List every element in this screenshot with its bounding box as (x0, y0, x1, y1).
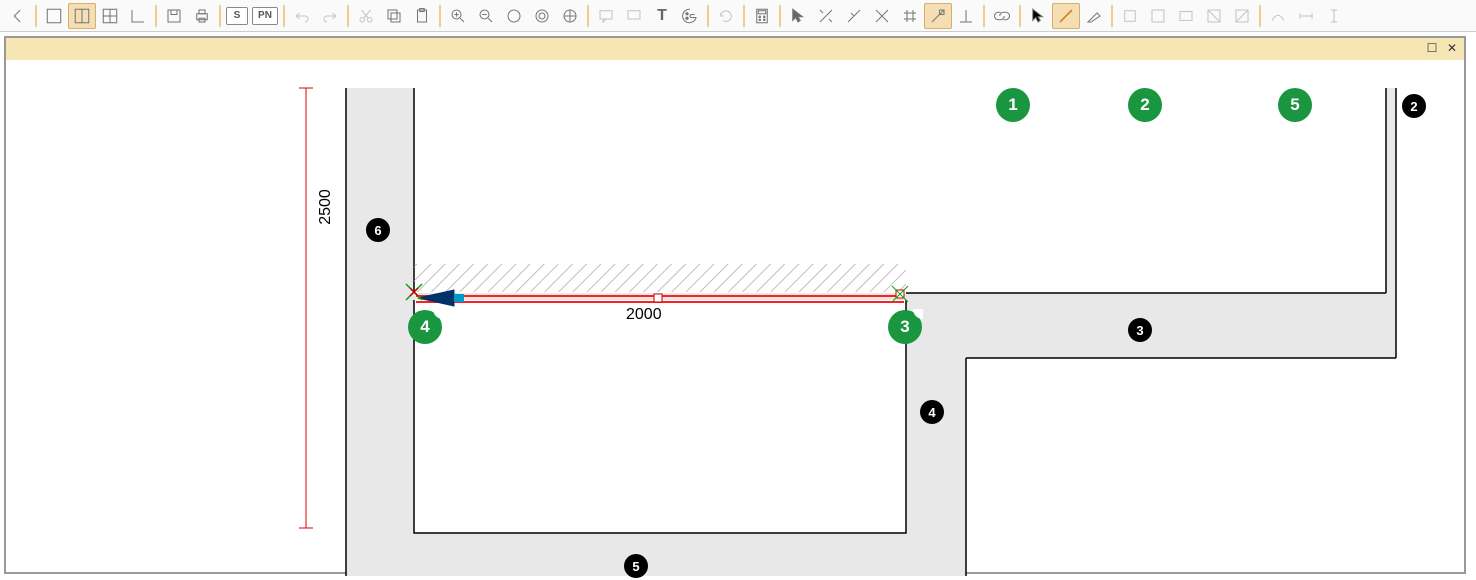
dim-1-button[interactable] (1292, 3, 1320, 29)
separator (439, 5, 441, 27)
print-button[interactable] (188, 3, 216, 29)
snap-endpoint-button[interactable] (812, 3, 840, 29)
separator (587, 5, 589, 27)
text-button[interactable]: T (648, 3, 676, 29)
floor-plan (6, 38, 1464, 572)
shape-1-button[interactable] (1116, 3, 1144, 29)
separator (219, 5, 221, 27)
snap-intersection-button[interactable] (868, 3, 896, 29)
zoom-region-button[interactable] (528, 3, 556, 29)
toolbar: S PN T (0, 0, 1476, 32)
snap-wall-button[interactable] (924, 3, 952, 29)
redo-button[interactable] (316, 3, 344, 29)
zoom-fit-button[interactable] (500, 3, 528, 29)
view-l-button[interactable] (124, 3, 152, 29)
marker-green-5: 5 (1278, 88, 1312, 122)
shape-2-button[interactable] (1144, 3, 1172, 29)
pointer-button[interactable] (1024, 3, 1052, 29)
palette-button[interactable] (676, 3, 704, 29)
zoom-extents-button[interactable] (556, 3, 584, 29)
marker-green-1: 1 (996, 88, 1030, 122)
separator (155, 5, 157, 27)
zoom-in-button[interactable] (444, 3, 472, 29)
select-button[interactable] (784, 3, 812, 29)
shape-3-button[interactable] (1172, 3, 1200, 29)
separator (707, 5, 709, 27)
marker-black-5: 5 (624, 554, 648, 578)
dim-2-button[interactable] (1320, 3, 1348, 29)
cut-button[interactable] (352, 3, 380, 29)
view-grid-button[interactable] (96, 3, 124, 29)
separator (347, 5, 349, 27)
pn-mode-button[interactable]: PN (252, 7, 278, 25)
separator (1259, 5, 1261, 27)
save-button[interactable] (160, 3, 188, 29)
edit-line-button[interactable] (1080, 3, 1108, 29)
note-button[interactable] (620, 3, 648, 29)
link-button[interactable] (988, 3, 1016, 29)
separator (1019, 5, 1021, 27)
separator (983, 5, 985, 27)
view-outline-button[interactable] (40, 3, 68, 29)
separator (283, 5, 285, 27)
arc-button[interactable] (1264, 3, 1292, 29)
marker-black-3: 3 (1128, 318, 1152, 342)
copy-button[interactable] (380, 3, 408, 29)
marker-green-2: 2 (1128, 88, 1162, 122)
snap-midpoint-button[interactable] (840, 3, 868, 29)
snap-grid-button[interactable] (896, 3, 924, 29)
s-mode-button[interactable]: S (226, 7, 248, 25)
paste-button[interactable] (408, 3, 436, 29)
separator (779, 5, 781, 27)
draw-line-button[interactable] (1052, 3, 1080, 29)
zoom-out-button[interactable] (472, 3, 500, 29)
separator (35, 5, 37, 27)
shape-5-button[interactable] (1228, 3, 1256, 29)
snap-perpendicular-button[interactable] (952, 3, 980, 29)
dimension-horizontal-label: 2000 (626, 306, 662, 324)
marker-green-3: 3 (888, 310, 922, 344)
floor-plan-svg (6, 38, 1468, 576)
separator (1111, 5, 1113, 27)
comment-button[interactable] (592, 3, 620, 29)
drawing-canvas[interactable]: ☐ ✕ (4, 36, 1466, 574)
marker-black-2: 2 (1402, 94, 1426, 118)
undo-button[interactable] (288, 3, 316, 29)
separator (743, 5, 745, 27)
shape-4-button[interactable] (1200, 3, 1228, 29)
marker-black-6: 6 (366, 218, 390, 242)
view-split-button[interactable] (68, 3, 96, 29)
back-button[interactable] (4, 3, 32, 29)
refresh-button[interactable] (712, 3, 740, 29)
marker-black-4: 4 (920, 400, 944, 424)
dimension-vertical-label: 2500 (317, 189, 335, 225)
marker-green-4: 4 (408, 310, 442, 344)
calculator-button[interactable] (748, 3, 776, 29)
